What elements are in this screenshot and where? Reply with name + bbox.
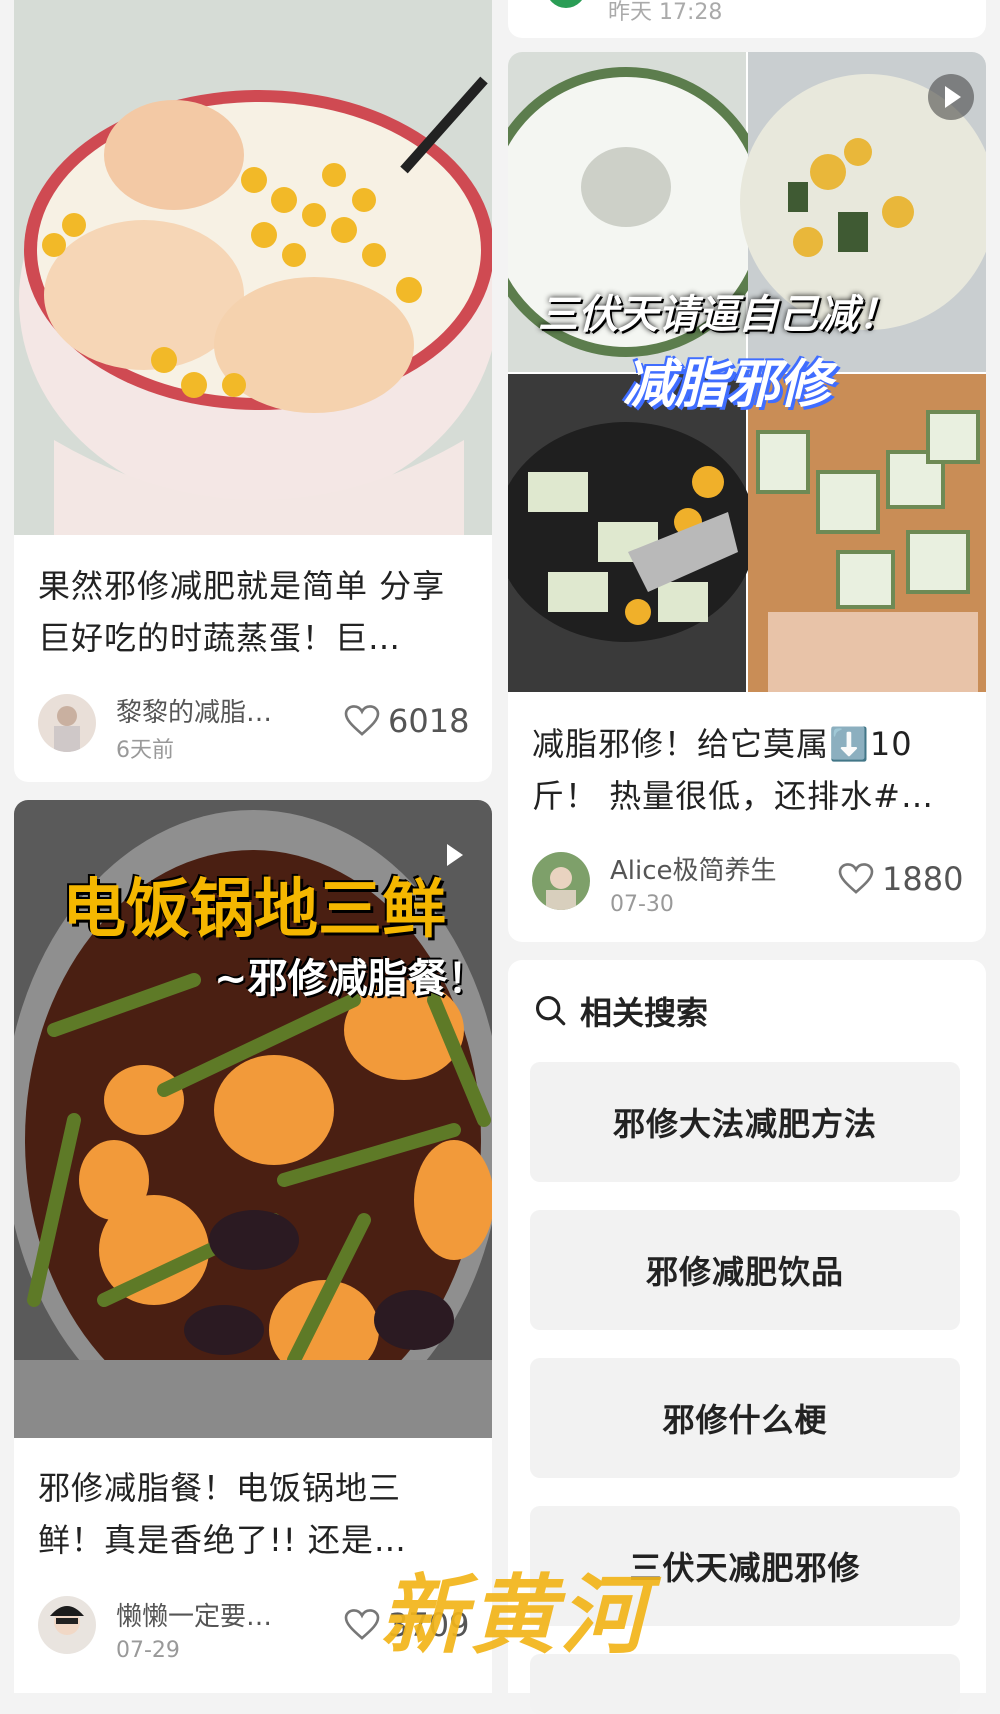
like-count: 1880 [882, 860, 964, 898]
avatar [546, 0, 586, 8]
overlay-caption: 三伏天请逼自己减！ [538, 292, 898, 338]
feed-card[interactable]: 三伏天请逼自己减！ 减脂邪修 减脂邪修！给它莫属⬇️10斤！ 热量很低，还排水#… [508, 52, 986, 942]
related-search-item[interactable]: 邪修减肥饮品 [530, 1210, 960, 1330]
post-title[interactable]: 果然邪修减肥就是简单 分享巨好吃的时蔬蒸蛋！巨… [38, 560, 458, 664]
post-thumbnail: 电饭锅地三鲜 ~邪修减脂餐！ [14, 800, 492, 1438]
heart-icon [344, 1609, 380, 1640]
overlay-caption-sub: ~邪修减脂餐！ [214, 956, 488, 1002]
post-title[interactable]: 减脂邪修！给它莫属⬇️10斤！ 热量很低，还排水#… [532, 718, 952, 822]
post-thumbnail [14, 0, 492, 535]
author-name[interactable]: 懒懒一定要… [116, 1596, 272, 1633]
avatar[interactable] [38, 1596, 96, 1654]
heart-icon [838, 863, 874, 894]
related-search-item[interactable]: 邪修什么梗 [530, 1358, 960, 1478]
post-time: 昨天 17:28 [608, 0, 723, 25]
avatar[interactable] [532, 852, 590, 910]
heart-icon [344, 705, 380, 736]
related-search-header: 相关搜索 [534, 988, 708, 1034]
related-search-item[interactable]: 邪修大法减肥方法 [530, 1062, 960, 1182]
feed-card[interactable]: 果然邪修减肥就是简单 分享巨好吃的时蔬蒸蛋！巨… 黎黎的减脂… 6天前 6018 [14, 0, 492, 782]
post-time: 6天前 [116, 738, 174, 763]
like-button[interactable]: 1880 [838, 860, 963, 898]
play-icon [928, 74, 974, 120]
avatar[interactable] [38, 694, 96, 752]
search-icon [535, 995, 566, 1026]
author-name[interactable]: 黎黎的减脂… [116, 692, 272, 729]
feed-card-partial[interactable]: 昨天 17:28 [508, 0, 986, 38]
watermark: 新黄河 [380, 1565, 650, 1666]
steamed-egg-image [14, 0, 492, 535]
post-thumbnail: 三伏天请逼自己减！ 减脂邪修 [508, 52, 986, 692]
overlay-caption-highlight: 减脂邪修 [623, 355, 832, 415]
post-time: 07-30 [610, 892, 674, 917]
overlay-caption: 电饭锅地三鲜 [62, 873, 446, 947]
author-name[interactable]: Alice极简养生 [610, 850, 777, 887]
post-time: 07-29 [116, 1638, 180, 1663]
like-count: 6018 [388, 702, 470, 740]
related-search-title: 相关搜索 [580, 994, 709, 1032]
like-button[interactable]: 6018 [344, 702, 469, 740]
